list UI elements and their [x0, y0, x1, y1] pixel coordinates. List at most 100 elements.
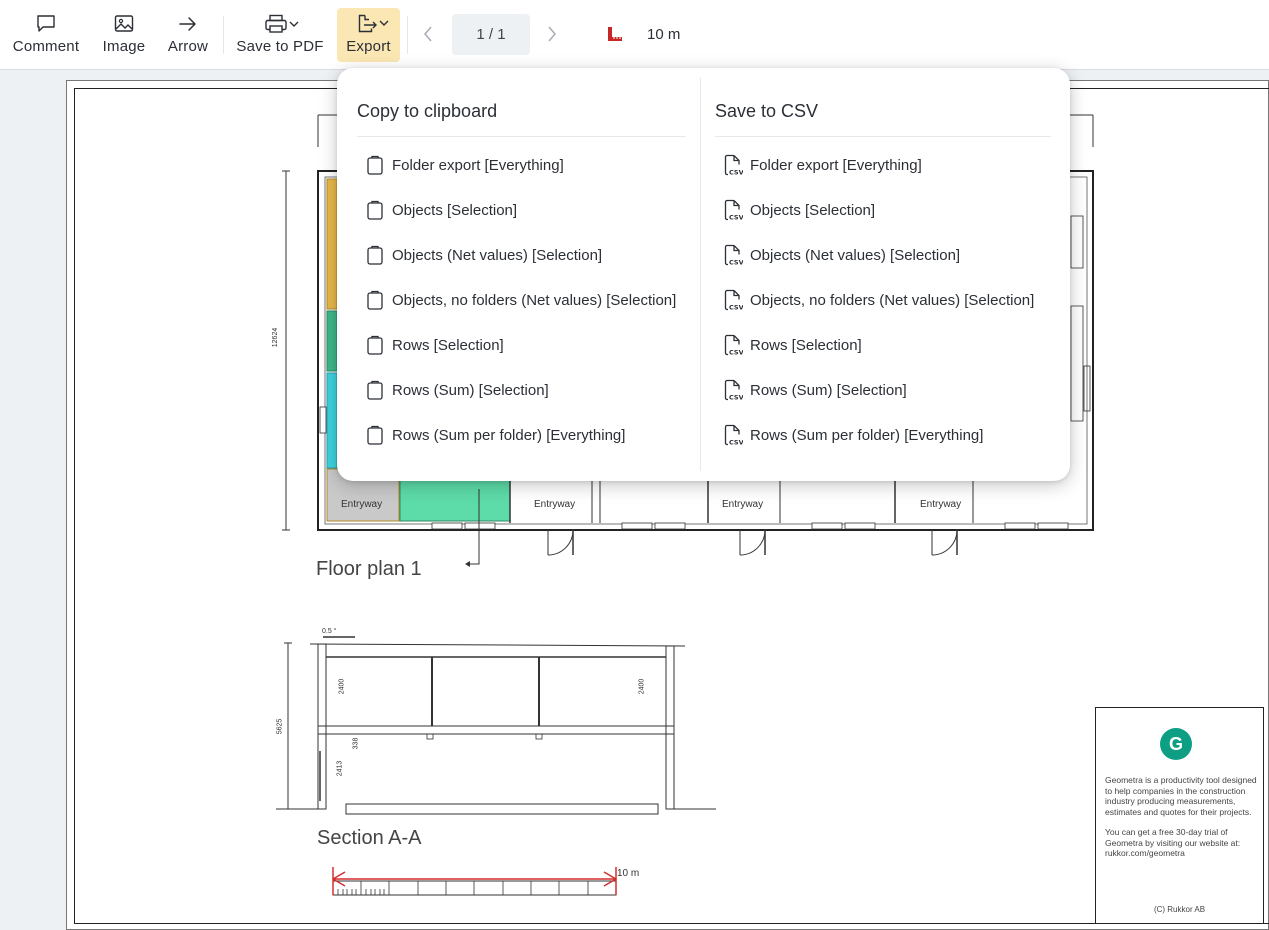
section-rule: [715, 136, 1051, 137]
export-label: Export: [346, 38, 391, 55]
comment-icon: [37, 15, 55, 32]
clipboard-icon: [365, 199, 385, 221]
export-icon: [358, 14, 388, 33]
dimension-label: 2413: [336, 760, 344, 777]
menu-item-label: Objects (Net values) [Selection]: [750, 246, 961, 264]
room-label: Entryway: [534, 499, 576, 510]
csv-file-icon: CSV: [723, 424, 743, 446]
scale-ruler-icon[interactable]: [606, 25, 624, 43]
clipboard-icon: [365, 154, 385, 176]
csv-menu-item[interactable]: CSV Objects, no folders (Net values) [Se…: [723, 285, 1034, 315]
title-block: G Geometra is a productivity tool design…: [1095, 707, 1264, 924]
menu-item-label: Rows (Sum) [Selection]: [392, 381, 549, 399]
slope-label: 0.5 °: [322, 628, 337, 635]
menu-item-label: Rows [Selection]: [750, 336, 862, 354]
csv-menu-item[interactable]: CSV Rows (Sum per folder) [Everything]: [723, 420, 983, 450]
csv-section: Save to CSV CSV Folder export [Everythin…: [715, 68, 1051, 481]
comment-label: Comment: [12, 38, 80, 55]
clipboard-menu-item[interactable]: Rows (Sum) [Selection]: [365, 375, 549, 405]
menu-item-label: Objects (Net values) [Selection]: [392, 246, 603, 264]
printer-icon: [265, 14, 299, 33]
svg-text:CSV: CSV: [729, 169, 743, 177]
room-orange[interactable]: [326, 178, 338, 310]
dimension-label: 12624: [272, 327, 280, 348]
menu-item-label: Objects, no folders (Net values) [Select…: [392, 291, 677, 309]
comment-button[interactable]: Comment: [6, 8, 86, 62]
csv-file-icon: CSV: [723, 379, 743, 401]
section-rule: [357, 136, 686, 137]
toolbar-divider: [407, 16, 408, 54]
room-label: Entryway: [341, 499, 383, 510]
clipboard-menu-item[interactable]: Folder export [Everything]: [365, 150, 564, 180]
clipboard-icon: [365, 424, 385, 446]
room-green[interactable]: [326, 310, 338, 372]
clipboard-section: Copy to clipboard Folder export [Everyth…: [357, 68, 686, 481]
csv-file-icon: CSV: [723, 334, 743, 356]
csv-menu-item[interactable]: CSV Rows [Selection]: [723, 330, 862, 360]
csv-menu-item[interactable]: CSV Objects [Selection]: [723, 195, 875, 225]
clipboard-icon: [365, 334, 385, 356]
csv-menu-item[interactable]: CSV Objects (Net values) [Selection]: [723, 240, 960, 270]
title-block-text: Geometra is a productivity tool designed…: [1105, 775, 1257, 869]
arrow-label: Arrow: [167, 38, 209, 55]
csv-file-icon: CSV: [723, 199, 743, 221]
menu-item-label: Rows (Sum) [Selection]: [750, 381, 907, 399]
export-button[interactable]: Export: [337, 8, 400, 62]
svg-text:CSV: CSV: [729, 439, 743, 447]
menu-item-label: Objects, no folders (Net values) [Select…: [750, 291, 1035, 309]
svg-text:CSV: CSV: [729, 214, 743, 222]
image-button[interactable]: Image: [96, 8, 152, 62]
svg-text:CSV: CSV: [729, 304, 743, 312]
menu-item-label: Rows (Sum per folder) [Everything]: [392, 426, 626, 444]
title-block-description: Geometra is a productivity tool designed…: [1105, 775, 1257, 817]
dimension-label: 2400: [338, 678, 346, 695]
clipboard-icon: [365, 289, 385, 311]
save-to-pdf-label: Save to PDF: [236, 38, 324, 55]
csv-file-icon: CSV: [723, 244, 743, 266]
clipboard-menu-item[interactable]: Objects [Selection]: [365, 195, 517, 225]
clipboard-menu-item[interactable]: Objects (Net values) [Selection]: [365, 240, 602, 270]
menu-item-label: Objects [Selection]: [750, 201, 876, 219]
chevron-left-icon[interactable]: [422, 24, 434, 44]
image-icon: [114, 15, 134, 32]
svg-text:CSV: CSV: [729, 394, 743, 402]
menu-divider: [700, 78, 701, 471]
chevron-right-icon[interactable]: [546, 24, 558, 44]
scale-value: 10 m: [647, 26, 681, 43]
floor-plan-title: Floor plan 1: [316, 558, 422, 580]
room-cyan[interactable]: [326, 372, 338, 469]
menu-item-label: Folder export [Everything]: [750, 156, 922, 174]
page-indicator[interactable]: 1 / 1: [452, 14, 530, 55]
clipboard-icon: [365, 379, 385, 401]
room-label: Entryway: [722, 499, 764, 510]
arrow-icon: [179, 17, 196, 31]
menu-item-label: Folder export [Everything]: [392, 156, 564, 174]
arrow-button[interactable]: Arrow: [160, 8, 216, 62]
csv-title: Save to CSV: [715, 101, 819, 121]
menu-item-label: Rows [Selection]: [392, 336, 504, 354]
svg-text:CSV: CSV: [729, 259, 743, 267]
clipboard-icon: [365, 244, 385, 266]
room-label: Entryway: [920, 499, 962, 510]
geometra-logo: G: [1160, 728, 1192, 760]
clipboard-menu-item[interactable]: Objects, no folders (Net values) [Select…: [365, 285, 676, 315]
room-mint[interactable]: [399, 478, 511, 522]
scale-bar-label: 10 m: [617, 868, 640, 879]
dimension-label: 2400: [638, 678, 646, 695]
title-block-trial: You can get a free 30-day trial of Geome…: [1105, 827, 1241, 858]
clipboard-menu-item[interactable]: Rows (Sum per folder) [Everything]: [365, 420, 625, 450]
menu-item-label: Objects [Selection]: [392, 201, 518, 219]
toolbar: Comment Image Arrow Save to PDF Export 1…: [0, 0, 1269, 70]
section-title: Section A-A: [317, 827, 422, 849]
toolbar-divider: [223, 16, 224, 54]
dimension-label: 338: [352, 737, 360, 750]
clipboard-menu-item[interactable]: Rows [Selection]: [365, 330, 504, 360]
csv-menu-item[interactable]: CSV Rows (Sum) [Selection]: [723, 375, 907, 405]
image-label: Image: [102, 38, 146, 55]
export-menu: Copy to clipboard Folder export [Everyth…: [337, 68, 1070, 481]
save-to-pdf-button[interactable]: Save to PDF: [232, 8, 328, 62]
copyright: (C) Rukkor AB: [1153, 905, 1206, 914]
csv-menu-item[interactable]: CSV Folder export [Everything]: [723, 150, 922, 180]
svg-text:CSV: CSV: [729, 349, 743, 357]
dimension-label: 5625: [276, 718, 284, 735]
